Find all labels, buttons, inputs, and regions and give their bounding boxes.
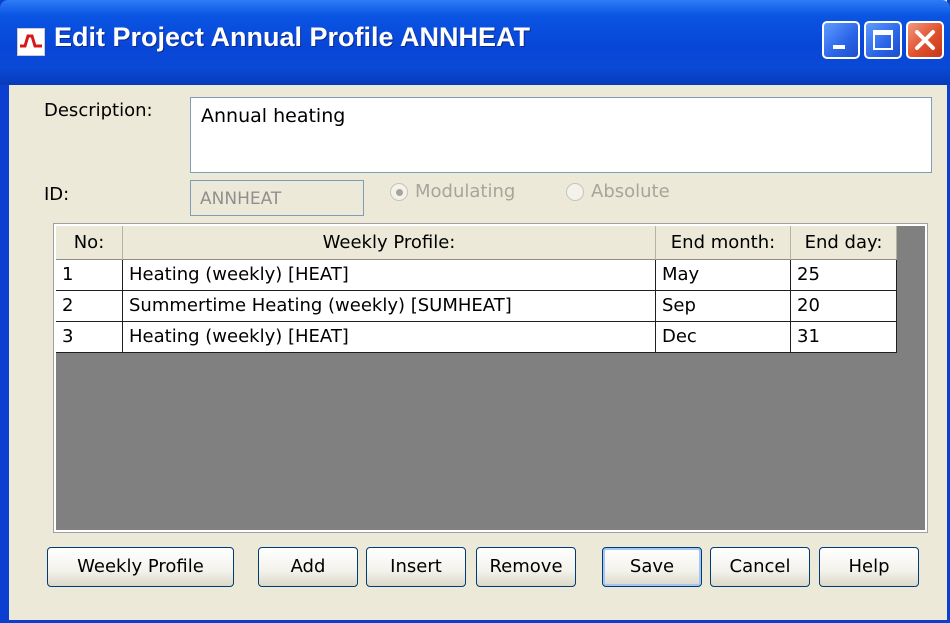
id-field[interactable]: ANNHEAT — [190, 180, 364, 216]
edit-annual-profile-window: Edit Project Annual Profile ANNHEAT Desc… — [0, 0, 950, 623]
end-month-cell[interactable]: Sep — [656, 291, 791, 322]
end-day-cell[interactable]: 31 — [791, 322, 897, 353]
id-label: ID: — [44, 184, 70, 205]
close-button[interactable] — [906, 21, 944, 59]
weekly-profile-cell[interactable]: Summertime Heating (weekly) [SUMHEAT] — [123, 291, 656, 322]
weekly-profile-cell[interactable]: Heating (weekly) [HEAT] — [123, 260, 656, 291]
column-header-no[interactable]: No: — [56, 226, 123, 260]
modulating-label: Modulating — [415, 181, 516, 202]
weekly-profile-cell[interactable]: Heating (weekly) [HEAT] — [123, 322, 656, 353]
help-button[interactable]: Help — [819, 547, 919, 587]
absolute-label: Absolute — [591, 181, 670, 202]
window-title: Edit Project Annual Profile ANNHEAT — [54, 22, 531, 52]
row-number-cell[interactable]: 2 — [56, 291, 123, 322]
column-header-weekly-profile[interactable]: Weekly Profile: — [123, 226, 656, 260]
radio-unselected-icon — [566, 183, 584, 201]
description-label: Description: — [44, 100, 153, 121]
cancel-button[interactable]: Cancel — [710, 547, 810, 587]
add-button[interactable]: Add — [258, 547, 358, 587]
radio-selected-icon — [390, 183, 408, 201]
minimize-icon — [833, 45, 845, 49]
end-day-cell[interactable]: 20 — [791, 291, 897, 322]
maximize-icon — [873, 30, 893, 50]
column-header-end-month[interactable]: End month: — [656, 226, 791, 260]
weekly-profile-button[interactable]: Weekly Profile — [47, 547, 234, 587]
end-month-cell[interactable]: Dec — [656, 322, 791, 353]
row-number-cell[interactable]: 3 — [56, 322, 123, 353]
minimize-button[interactable] — [822, 21, 860, 59]
close-icon — [915, 30, 935, 50]
end-month-cell[interactable]: May — [656, 260, 791, 291]
end-day-cell[interactable]: 25 — [791, 260, 897, 291]
description-field[interactable]: Annual heating — [190, 97, 932, 173]
row-number-cell[interactable]: 1 — [56, 260, 123, 291]
save-button[interactable]: Save — [602, 547, 702, 587]
column-header-end-day[interactable]: End day: — [791, 226, 897, 260]
title-bar[interactable]: Edit Project Annual Profile ANNHEAT — [0, 0, 950, 85]
profile-chart-icon — [17, 28, 45, 56]
maximize-button[interactable] — [864, 21, 902, 59]
insert-button[interactable]: Insert — [366, 547, 466, 587]
remove-button[interactable]: Remove — [476, 547, 576, 587]
annual-profile-table[interactable]: No: Weekly Profile: End month: End day: … — [53, 223, 928, 533]
